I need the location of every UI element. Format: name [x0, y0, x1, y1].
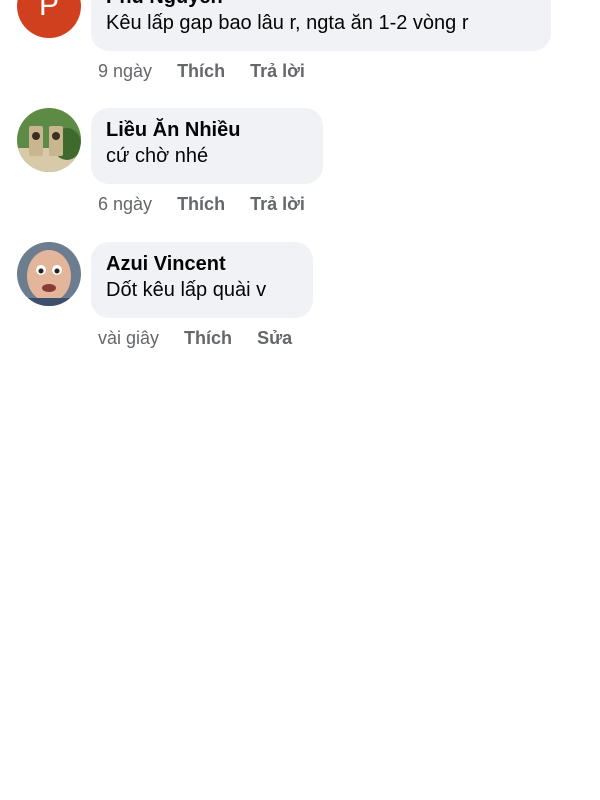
like-button[interactable]: Thích [184, 328, 232, 348]
comment-time[interactable]: 9 ngày [98, 61, 152, 81]
avatar-image [17, 242, 81, 306]
comment-text: Kêu lấp gap bao lâu r, ngta ăn 1-2 vòng … [106, 12, 469, 34]
comment-actions: vài giây Thích Sửa [98, 328, 312, 349]
avatar-image [17, 108, 81, 172]
edit-button[interactable]: Sửa [257, 328, 292, 348]
like-button[interactable]: Thích [177, 194, 225, 214]
comment-actions: 6 ngày Thích Trả lời [98, 194, 325, 215]
avatar[interactable]: P [17, 0, 81, 38]
like-button[interactable]: Thích [177, 61, 225, 81]
comment-time[interactable]: 6 ngày [98, 194, 152, 214]
comment-author[interactable]: Liều Ăn Nhiều [106, 117, 308, 143]
comment-text: cứ chờ nhé [106, 145, 209, 167]
avatar[interactable] [17, 242, 81, 306]
comment-author[interactable]: Azui Vincent [106, 251, 298, 277]
comment-author[interactable]: Phú Nguyễn [106, 0, 536, 10]
reply-button[interactable]: Trả lời [250, 194, 305, 214]
comment-time[interactable]: vài giây [98, 328, 159, 348]
comment-bubble: Azui Vincent Dốt kêu lấp quài v [91, 242, 313, 318]
avatar[interactable] [17, 108, 81, 172]
comment-bubble: Liều Ăn Nhiều cứ chờ nhé [91, 108, 323, 184]
comment-bubble: Phú Nguyễn Kêu lấp gap bao lâu r, ngta ă… [91, 0, 551, 51]
comment-text: Dốt kêu lấp quài v [106, 279, 267, 301]
reply-button[interactable]: Trả lời [250, 61, 305, 81]
comment-actions: 9 ngày Thích Trả lời [98, 61, 325, 82]
